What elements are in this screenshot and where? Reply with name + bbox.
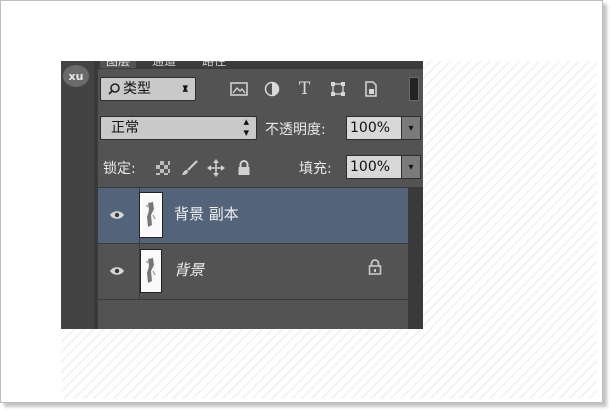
layer-name[interactable]: 背景 副本 [174,203,239,224]
layer-row-background-copy[interactable]: 背景 副本 [98,188,408,243]
fill-dropdown-button[interactable]: ▾ [401,155,421,179]
filter-kind-select[interactable]: 类型 ▴ ▾ [100,77,196,101]
tab-channels[interactable]: 通道 [152,61,176,68]
magnifier-icon [107,78,121,107]
blend-mode-select[interactable]: 正常 ▴ ▾ [100,116,257,140]
layer-thumbnail [139,192,163,238]
filter-icons: T [222,77,387,101]
tab-layers[interactable]: 图层 [100,61,137,68]
up-down-arrow-icon-lower: ▾ [182,81,188,94]
lock-transparent-pixels-icon[interactable] [153,158,173,178]
smart-object-filter-icon[interactable] [354,77,387,101]
adjustment-filter-icon[interactable] [255,77,288,101]
opacity-input[interactable]: 100% [346,116,404,140]
layer-name[interactable]: 背景 [174,259,204,280]
avatar[interactable]: xu [63,65,89,87]
tool-strip: xu [61,61,94,329]
layer-lock-icon [368,259,382,279]
filter-toggle-switch[interactable] [409,77,419,101]
photoshop-layers-panel-window: xu 图层 通道 路径 类型 ▴ ▾ T 正常 ▴ ▾ 不透明度: 100% ▾… [61,61,423,329]
eye-icon[interactable] [106,204,128,226]
layers-list: 背景 副本 背景 [98,187,408,329]
tab-paths[interactable]: 路径 [202,61,226,68]
image-filter-icon[interactable] [222,77,255,101]
blend-mode-value: 正常 [111,120,139,136]
fill-input[interactable]: 100% [346,155,404,179]
layer-row-background[interactable]: 背景 [98,244,408,299]
opacity-dropdown-button[interactable]: ▾ [401,116,421,140]
filter-kind-label: 类型 [123,81,151,97]
layer-thumbnail [140,249,162,293]
transparent-canvas-area [61,329,597,399]
lock-all-icon[interactable] [234,158,254,178]
lock-position-icon[interactable] [206,158,226,178]
layers-scrollbar[interactable] [408,187,423,329]
lock-label: 锁定: [103,161,136,177]
transparent-canvas-area-right [423,61,597,329]
fill-label: 填充: [299,161,332,177]
up-down-arrow-icon: ▴ ▾ [243,115,249,139]
layers-panel: 图层 通道 路径 类型 ▴ ▾ T 正常 ▴ ▾ 不透明度: 100% ▾ 锁定… [98,61,423,329]
lock-image-pixels-icon[interactable] [180,158,200,178]
opacity-label: 不透明度: [265,122,326,138]
shape-filter-icon[interactable] [321,77,354,101]
eye-icon[interactable] [106,260,128,282]
screenshot-frame: xu 图层 通道 路径 类型 ▴ ▾ T 正常 ▴ ▾ 不透明度: 100% ▾… [0,0,603,403]
panel-tabs: 图层 通道 路径 [98,61,423,69]
divider [98,299,408,300]
type-filter-icon[interactable]: T [288,77,321,101]
